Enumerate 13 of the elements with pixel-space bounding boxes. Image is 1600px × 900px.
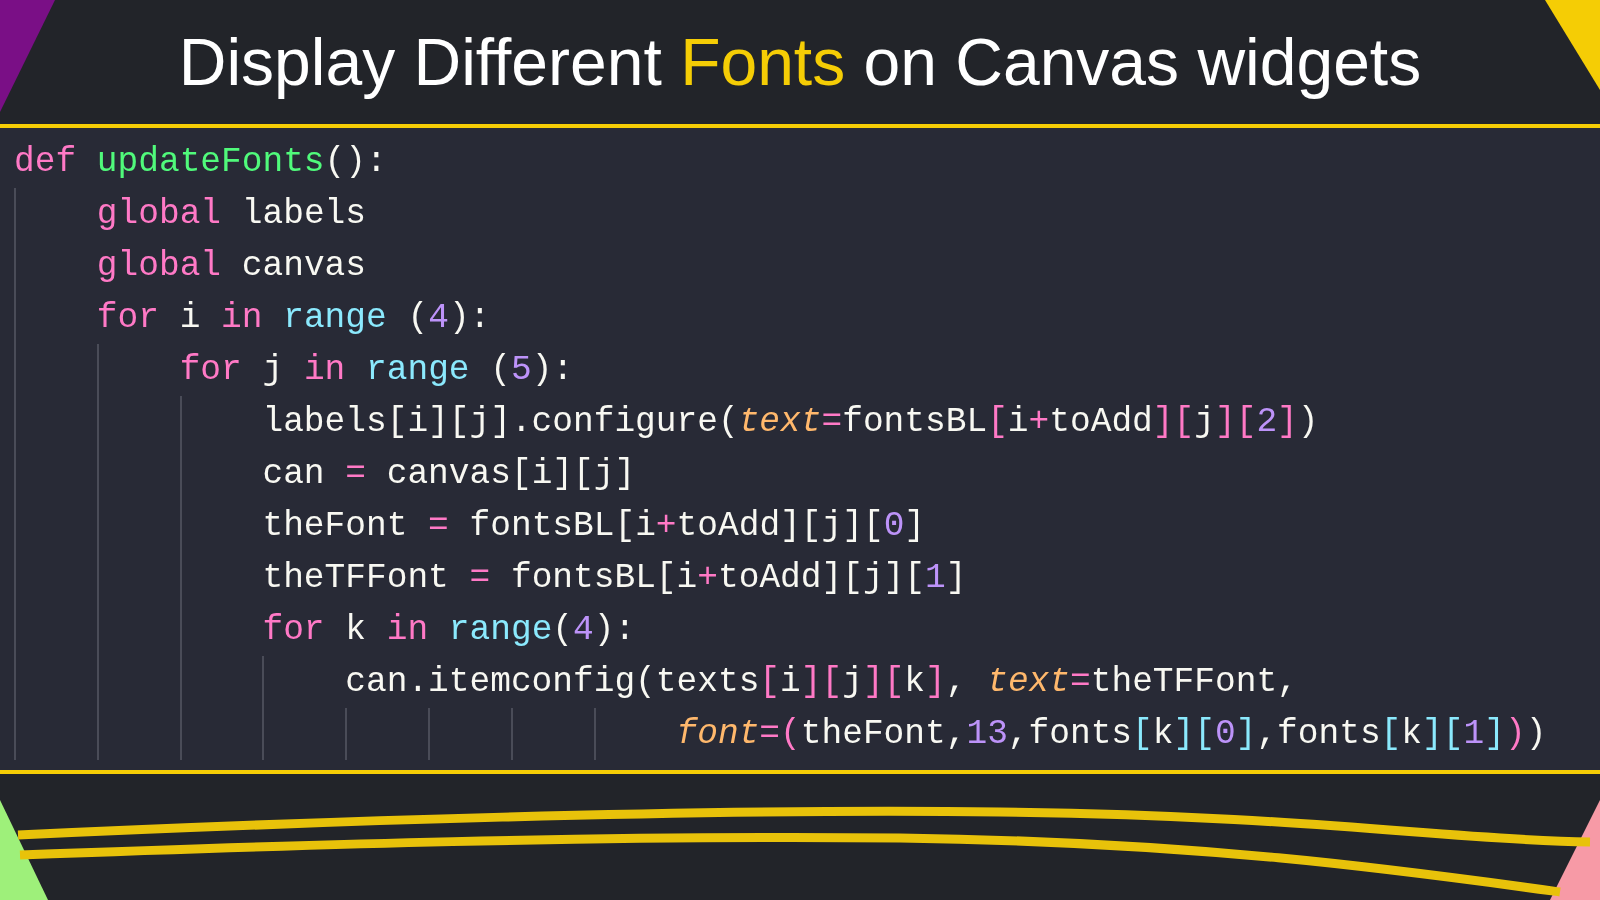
code-line: for j in range (5): [178, 350, 574, 389]
code-line: def updateFonts(): [14, 142, 387, 181]
code-line: global labels [95, 194, 366, 233]
code-line: for i in range (4): [95, 298, 491, 337]
code-line: labels[i][j].configure(text=fontsBL[i+toAdd][j][2]) [261, 402, 1319, 441]
code-line: for k in range(4): [261, 610, 636, 649]
code-line: theTFFont = fontsBL[i+toAdd][j][1] [261, 558, 967, 597]
code-line: can.itemconfig(texts[i][j][k], text=theTFFont, [344, 662, 1298, 701]
code-line: theFont = fontsBL[i+toAdd][j][0] [261, 506, 926, 545]
code-line: can = canvas[i][j] [261, 454, 636, 493]
slide-title: Display Different Fonts on Canvas widgets [178, 24, 1422, 100]
code-line: global canvas [95, 246, 366, 285]
code-line: font=(theFont,13,fonts[k][0],fonts[k][1])) [675, 714, 1547, 753]
